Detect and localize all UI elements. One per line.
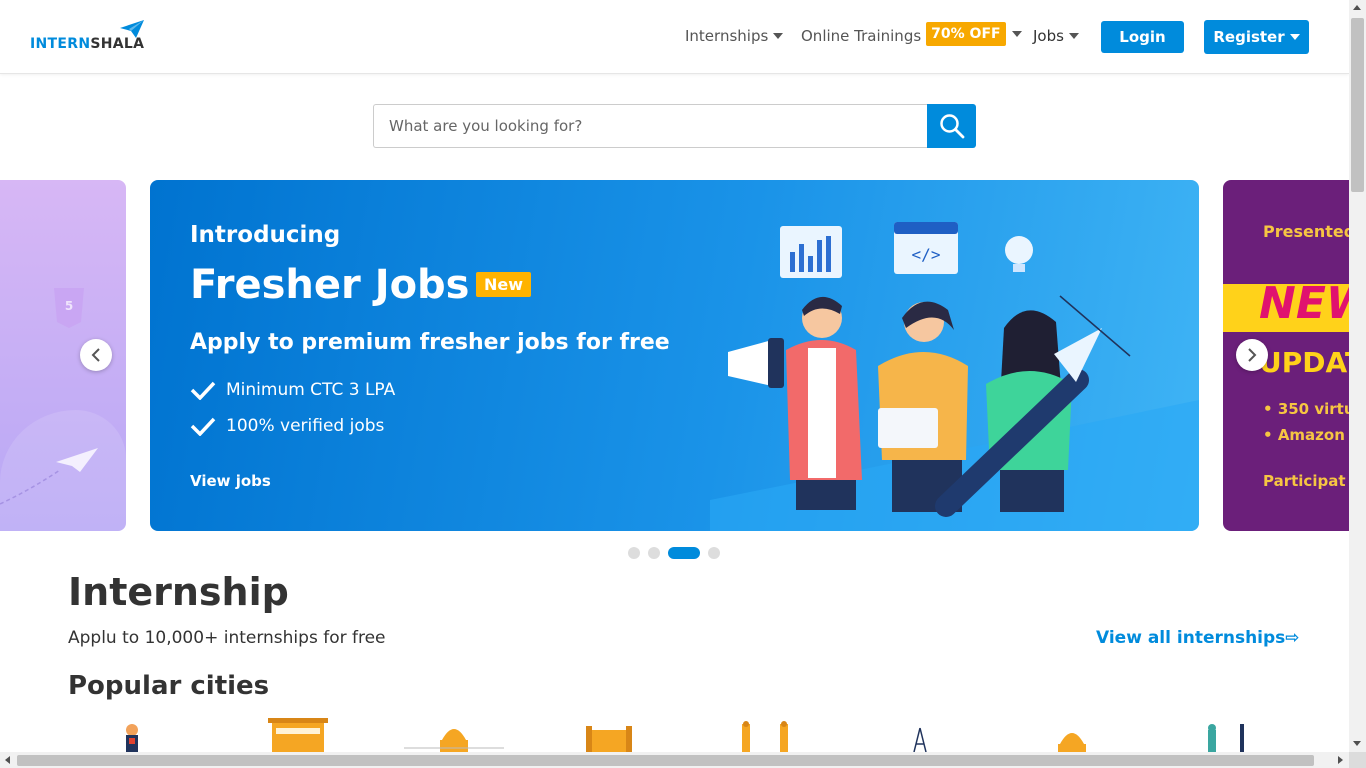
nav-internships[interactable]: Internships <box>685 27 784 45</box>
view-jobs-link[interactable]: View jobs <box>190 472 271 490</box>
nav-jobs[interactable]: Jobs <box>1033 27 1079 45</box>
slide-title: Fresher Jobs <box>190 262 470 308</box>
view-all-internships-link[interactable]: View all internships⇨ <box>1096 628 1300 648</box>
section-subtitle: Applu to 10,000+ internships for free <box>68 628 386 648</box>
slide-bullet: Minimum CTC 3 LPA <box>190 380 395 400</box>
horizontal-scrollbar-thumb[interactable] <box>17 755 1314 766</box>
carousel-dot[interactable] <box>708 547 720 559</box>
nav-jobs-label: Jobs <box>1033 27 1064 45</box>
internshala-logo[interactable]: INTERNSHALA <box>30 20 150 54</box>
chevron-down-icon <box>1289 34 1300 40</box>
city-landmark-icon[interactable] <box>738 718 792 752</box>
search-button[interactable] <box>927 104 976 148</box>
slide-bullet-text: Minimum CTC 3 LPA <box>226 380 396 400</box>
chevron-down-icon <box>773 33 784 39</box>
city-landmark-icon[interactable] <box>1054 718 1090 752</box>
slide-subtitle: Apply to premium fresher jobs for free <box>190 330 670 355</box>
search-icon <box>939 114 964 139</box>
city-landmark-icon[interactable] <box>404 718 504 752</box>
register-button-label: Register <box>1213 28 1285 46</box>
checkmark-icon <box>190 417 216 436</box>
chevron-down-icon <box>1068 33 1079 39</box>
chevron-left-icon <box>91 348 100 362</box>
city-landmark-icon[interactable] <box>120 718 144 752</box>
city-landmark-icon[interactable] <box>910 718 930 752</box>
carousel-dot[interactable] <box>648 547 660 559</box>
scroll-up-arrow-icon[interactable] <box>1353 5 1361 10</box>
carousel-slide-fresher-jobs[interactable]: Introducing Fresher Jobs New Apply to pr… <box>150 180 1199 531</box>
slide-bullet: 100% verified jobs <box>190 416 384 436</box>
chevron-down-icon <box>1011 31 1022 37</box>
slide-bullet-text: 100% verified jobs <box>226 416 385 436</box>
slide-cta: Participat <box>1263 472 1346 490</box>
scroll-right-arrow-icon[interactable] <box>1338 756 1343 764</box>
checkmark-icon <box>190 381 216 400</box>
top-header: INTERNSHALA Internships Online Trainings… <box>0 0 1349 74</box>
new-badge: New <box>476 272 532 297</box>
html5-icon: 5 <box>54 288 84 328</box>
popular-cities-title: Popular cities <box>68 671 270 701</box>
vertical-scrollbar-thumb[interactable] <box>1351 18 1364 192</box>
bar-chart-icon <box>780 226 842 278</box>
svg-text:</>: </> <box>912 245 941 264</box>
carousel-dot[interactable] <box>628 547 640 559</box>
logo-text-intern: INTERN <box>30 36 91 52</box>
person-illustration <box>786 296 862 510</box>
nav-internships-label: Internships <box>685 27 769 45</box>
register-button[interactable]: Register <box>1204 20 1309 54</box>
scroll-left-arrow-icon[interactable] <box>5 756 10 764</box>
slide-presented-text: Presented <box>1263 222 1349 241</box>
slide-headline: NEW <box>1259 278 1349 329</box>
slide-bullet: • Amazon <box>1263 426 1345 444</box>
slide-bullet: • 350 virtu <box>1263 400 1349 418</box>
slide-bullet-text: 350 virtu <box>1277 400 1349 418</box>
carousel-prev-button[interactable] <box>80 339 112 371</box>
carousel-dot-active[interactable] <box>668 547 700 559</box>
section-title: Internship <box>68 570 289 614</box>
carousel-next-button[interactable] <box>1236 339 1268 371</box>
svg-text:5: 5 <box>65 299 73 313</box>
slide-intro-text: Introducing <box>190 222 341 248</box>
nav-online-trainings-label: Online Trainings <box>801 27 922 45</box>
scroll-down-arrow-icon[interactable] <box>1353 741 1361 746</box>
slide-bullet-text: Amazon <box>1277 426 1345 444</box>
lightbulb-icon <box>1005 236 1033 272</box>
city-landmark-icon[interactable] <box>586 718 632 752</box>
wave-shape <box>0 410 126 531</box>
logo-text-shala: SHALA <box>90 36 145 52</box>
team-illustration: </> <box>710 222 1199 531</box>
search-input[interactable] <box>373 104 928 148</box>
login-button[interactable]: Login <box>1101 21 1184 53</box>
megaphone-icon <box>728 338 784 388</box>
nav-online-trainings[interactable]: Online Trainings 70% OFF <box>801 22 1022 46</box>
carousel-pagination <box>628 547 728 559</box>
scrollbar-corner <box>1349 752 1366 768</box>
discount-badge: 70% OFF <box>926 22 1006 46</box>
slide-subheadline: UPDAT <box>1259 346 1349 379</box>
code-window-icon: </> <box>894 222 958 274</box>
chevron-right-icon <box>1248 348 1257 362</box>
city-landmark-icon[interactable] <box>268 718 328 752</box>
city-landmark-icon[interactable] <box>1200 718 1252 752</box>
